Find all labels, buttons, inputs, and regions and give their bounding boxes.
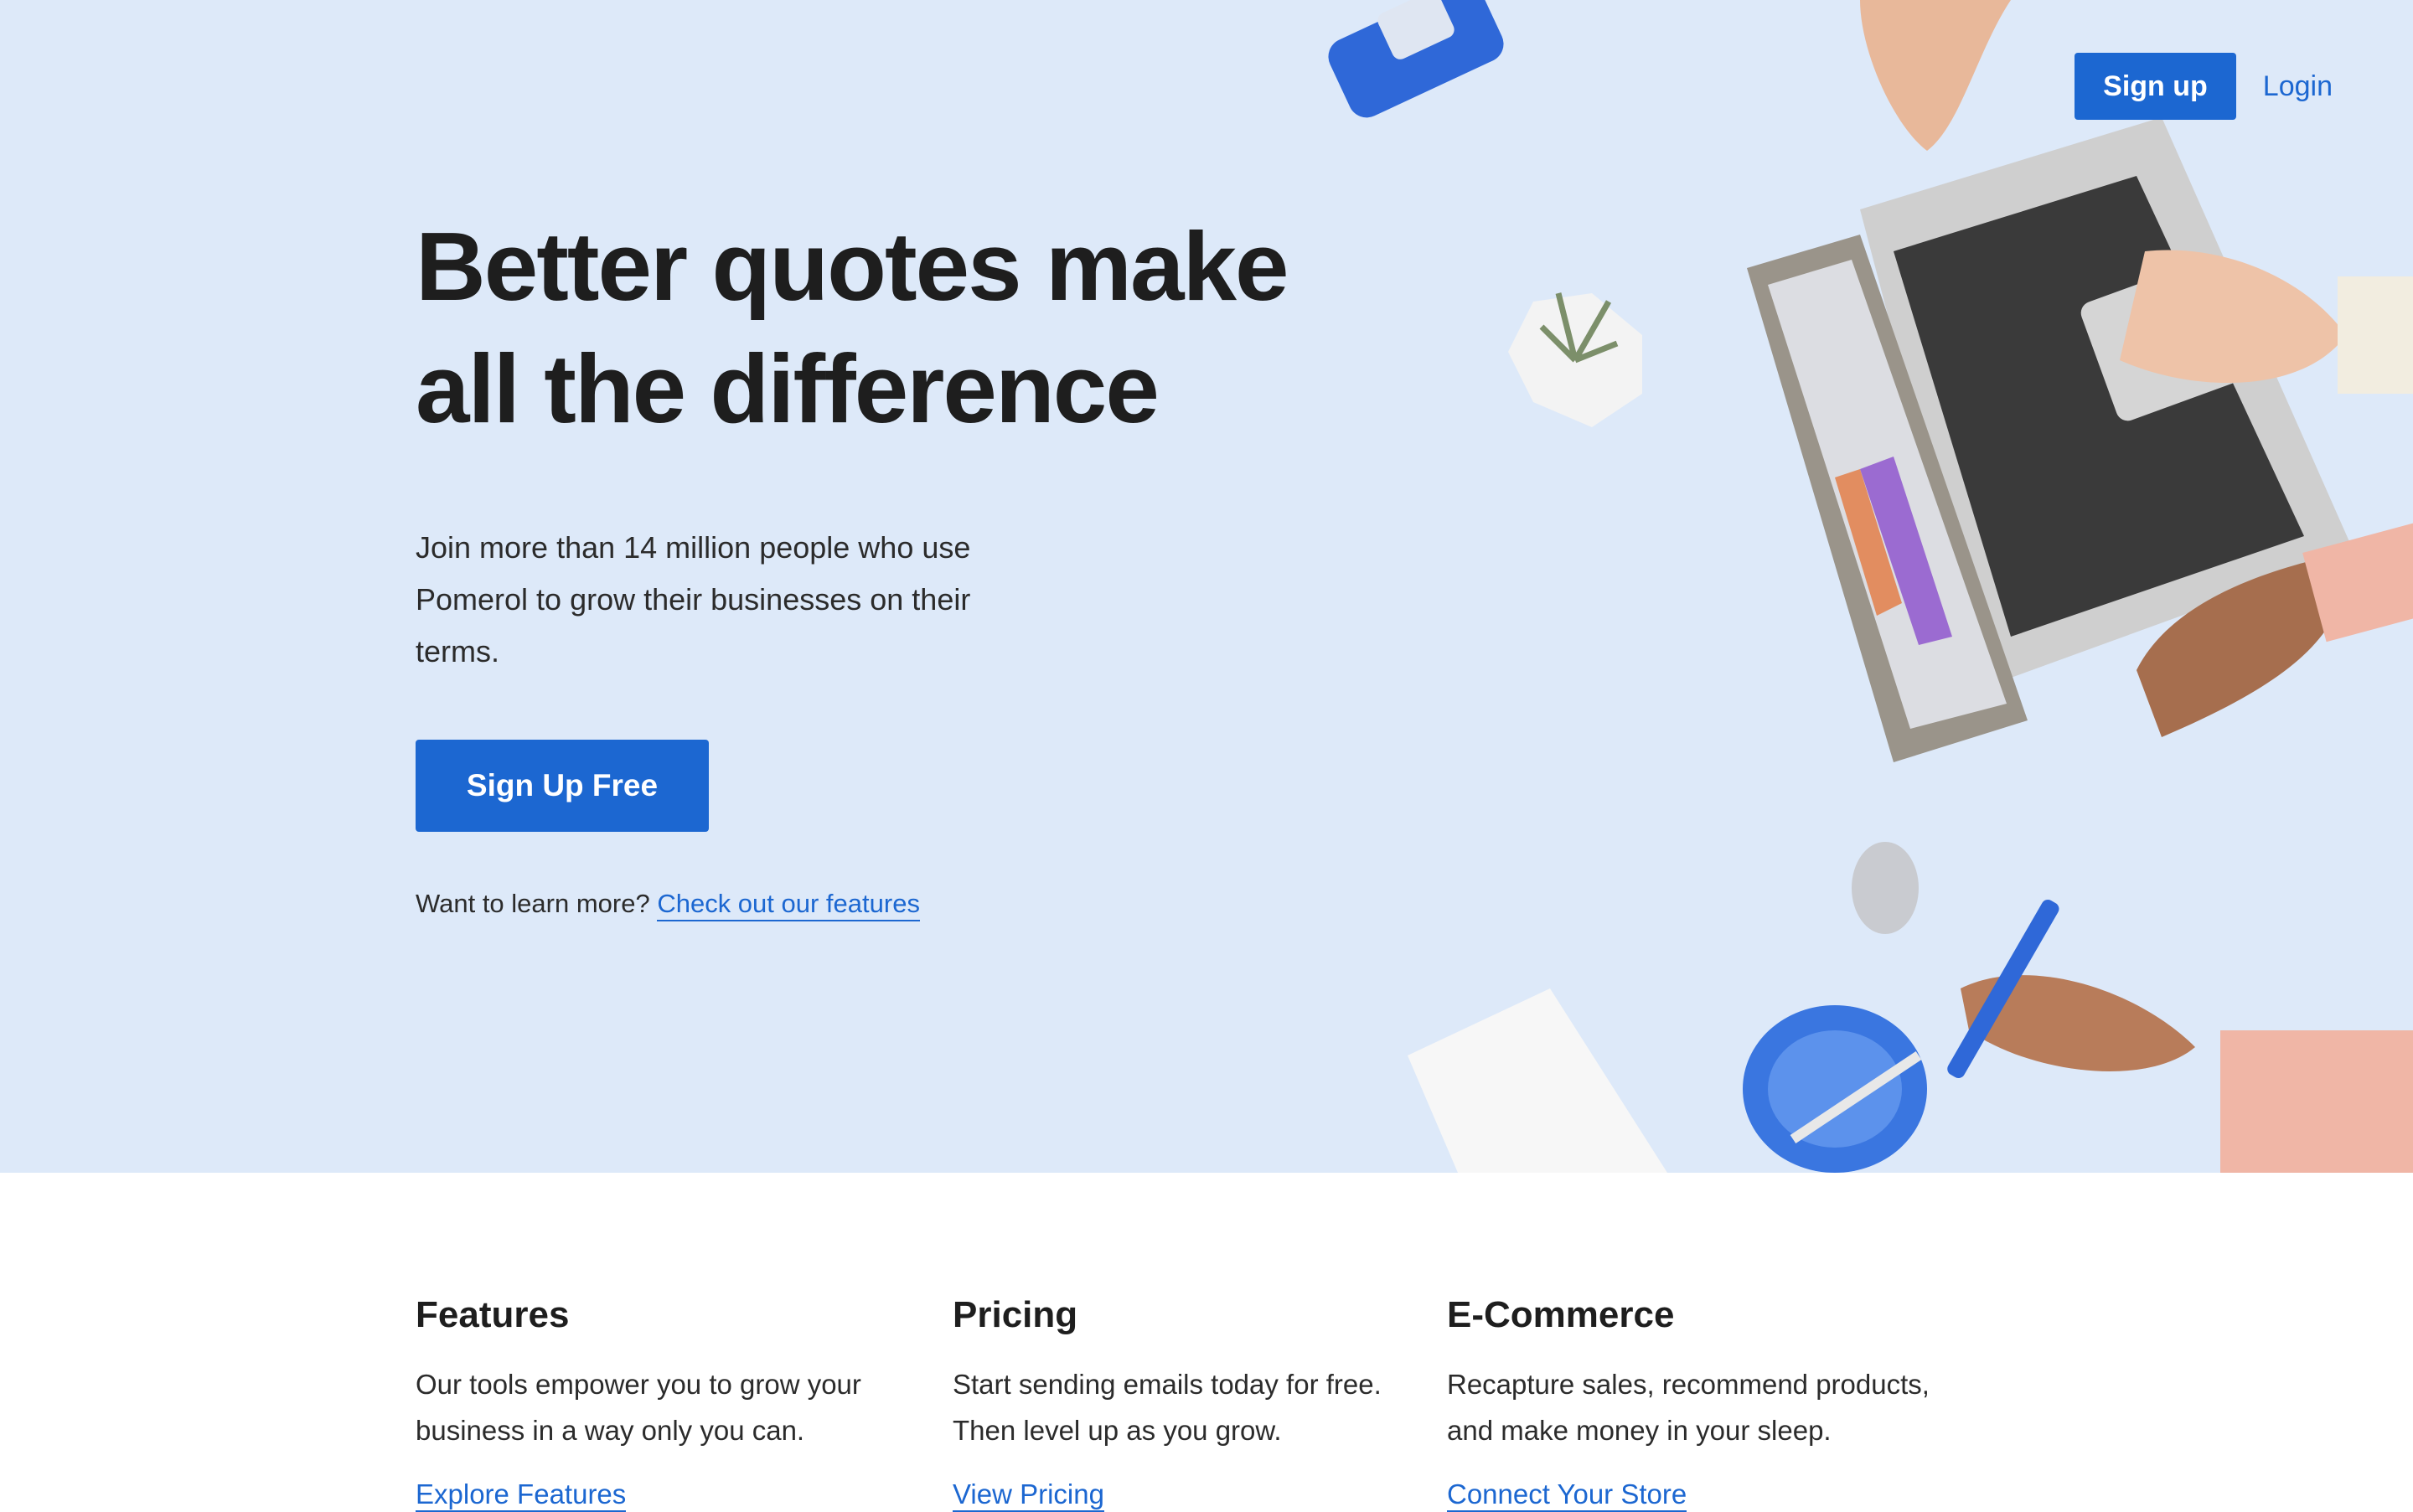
- stapler-image: [1328, 0, 1504, 118]
- column-text: Our tools empower you to grow your busin…: [416, 1369, 861, 1446]
- top-navigation: Sign up Login: [2075, 53, 2333, 120]
- hero-desk-illustration: [1328, 0, 2413, 1173]
- headline-line-2: all the difference: [416, 334, 1160, 443]
- signup-button[interactable]: Sign up: [2075, 53, 2236, 120]
- notebook-image: [1408, 988, 1667, 1173]
- view-pricing-link[interactable]: View Pricing: [953, 1478, 1104, 1512]
- column-title: Pricing: [953, 1294, 1078, 1335]
- column-title: E-Commerce: [1447, 1294, 1675, 1335]
- features-link[interactable]: Check out our features: [657, 889, 920, 921]
- column-text: Start sending emails today for free. The…: [953, 1369, 1382, 1446]
- headline-line-1: Better quotes make: [416, 212, 1289, 321]
- connect-store-link[interactable]: Connect Your Store: [1447, 1478, 1687, 1512]
- ecommerce-column: E-Commerce Recapture sales, recommend pr…: [1447, 1294, 1950, 1512]
- plant-pot-image: [1508, 292, 1642, 427]
- signup-free-button[interactable]: Sign Up Free: [416, 740, 709, 832]
- hero-content: Better quotes make all the difference Jo…: [416, 205, 1337, 921]
- explore-features-link[interactable]: Explore Features: [416, 1478, 627, 1512]
- login-link[interactable]: Login: [2263, 70, 2333, 103]
- features-column: Features Our tools empower you to grow y…: [416, 1294, 918, 1512]
- hero-headline: Better quotes make all the difference: [416, 205, 1337, 450]
- figurine-image: [1852, 842, 1919, 934]
- learn-more-text: Want to learn more? Check out our featur…: [416, 889, 1337, 921]
- hero-subtext: Join more than 14 million people who use…: [416, 530, 971, 668]
- learn-more-prefix: Want to learn more?: [416, 889, 650, 918]
- column-text: Recapture sales, recommend products, and…: [1447, 1369, 1930, 1446]
- pen-cup-image: [1743, 1005, 1927, 1173]
- pricing-column: Pricing Start sending emails today for f…: [953, 1294, 1422, 1512]
- hero-section: Sign up Login Better quotes make all the…: [0, 0, 2413, 1173]
- column-title: Features: [416, 1294, 570, 1335]
